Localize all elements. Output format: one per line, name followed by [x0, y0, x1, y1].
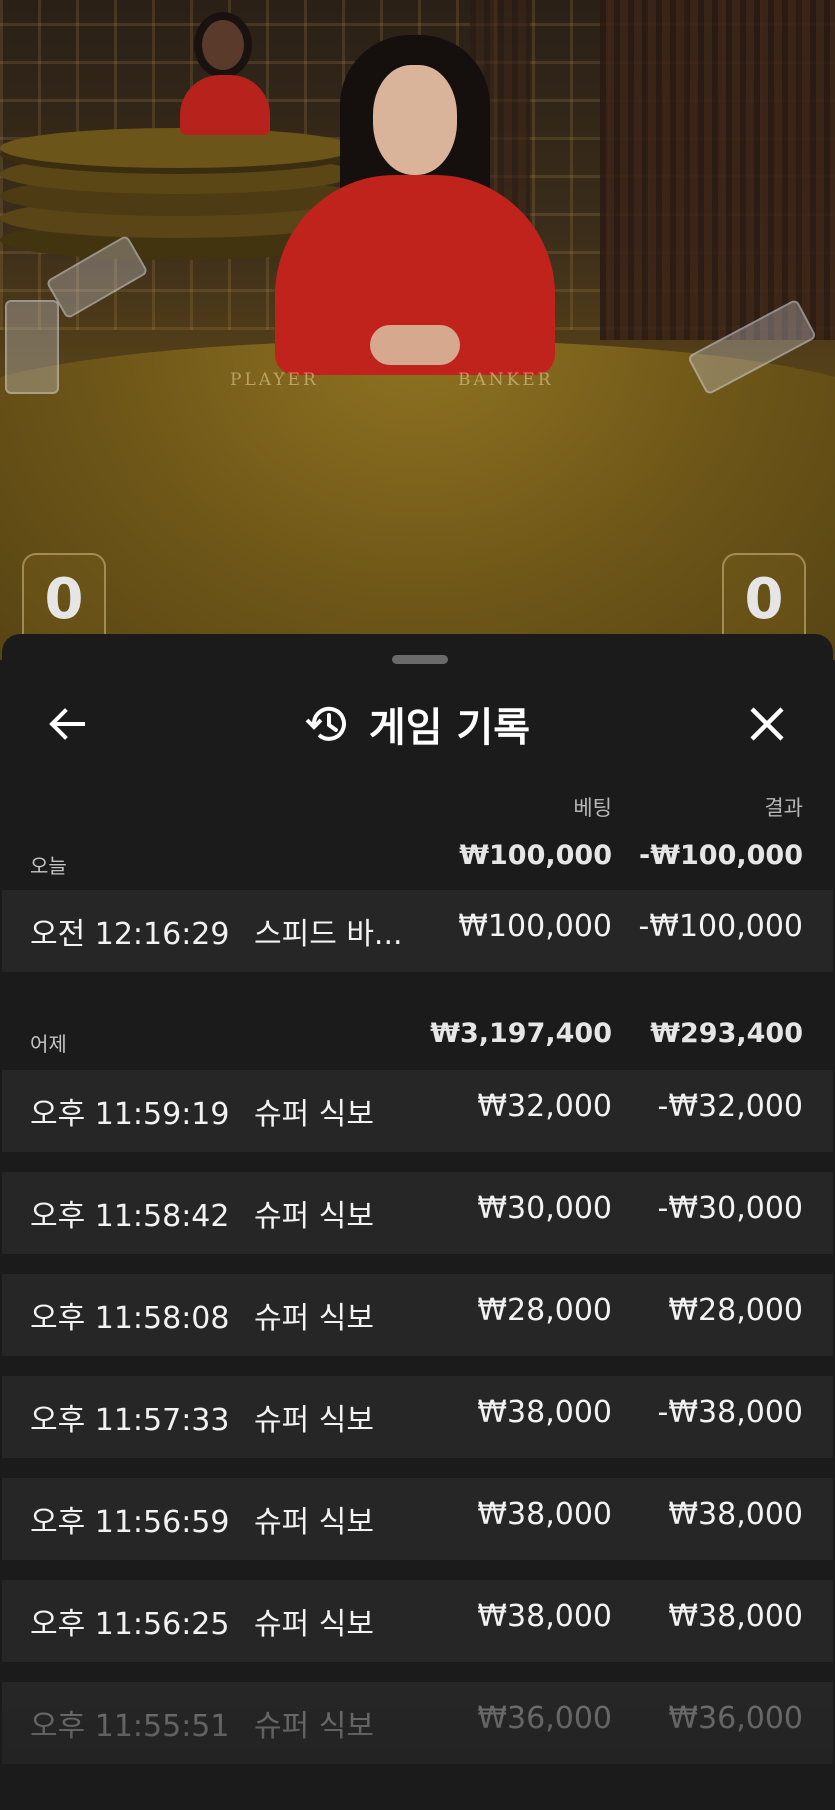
- row-time: 오전 12:16:29: [30, 917, 230, 952]
- table-label-banker: BANKER: [458, 370, 554, 390]
- row-time: 오후 11:59:19: [30, 1097, 230, 1132]
- row-game: 슈퍼 식보: [254, 1607, 374, 1642]
- group-header-yesterday: 어제 ₩3,197,400 ₩293,400: [2, 1012, 833, 1066]
- row-result: ₩28,000: [668, 1293, 803, 1328]
- group-label: 어제: [30, 1032, 67, 1056]
- row-game: 슈퍼 식보: [254, 1097, 374, 1132]
- app-stage: PLAYER BANKER 0 0 게임 기록 베팅 결과 오늘 ₩100,00…: [0, 0, 835, 1810]
- sheet-header: 게임 기록: [2, 684, 833, 764]
- column-header-result: 결과: [764, 796, 803, 820]
- game-history-sheet: 게임 기록 베팅 결과 오늘 ₩100,000 -₩100,000 오전 12:…: [2, 634, 833, 1810]
- row-result: ₩38,000: [668, 1497, 803, 1532]
- row-result: ₩38,000: [668, 1599, 803, 1634]
- row-bet: ₩30,000: [477, 1191, 612, 1226]
- sheet-drag-handle[interactable]: [392, 655, 448, 664]
- history-row[interactable]: 오후 11:58:42 슈퍼 식보 ₩30,000 -₩30,000: [2, 1172, 833, 1254]
- dealer: [255, 35, 575, 375]
- history-icon: [305, 706, 346, 741]
- card-shoe-left: [5, 300, 59, 394]
- history-row[interactable]: 오후 11:56:25 슈퍼 식보 ₩38,000 ₩38,000: [2, 1580, 833, 1662]
- group-header-today: 오늘 ₩100,000 -₩100,000: [2, 834, 833, 888]
- background-curtain: [600, 0, 835, 340]
- close-button[interactable]: [739, 696, 795, 752]
- column-headers: 베팅 결과: [2, 792, 833, 822]
- row-bet: ₩32,000: [477, 1089, 612, 1124]
- row-time: 오후 11:58:42: [30, 1199, 230, 1234]
- live-dealer-video: PLAYER BANKER 0 0: [0, 0, 835, 660]
- history-row[interactable]: 오전 12:16:29 스피드 바... ₩100,000 -₩100,000: [2, 890, 833, 972]
- row-time: 오후 11:58:08: [30, 1301, 230, 1336]
- history-row[interactable]: 오후 11:58:08 슈퍼 식보 ₩28,000 ₩28,000: [2, 1274, 833, 1356]
- sheet-title-group: 게임 기록: [2, 684, 833, 764]
- row-result: -₩32,000: [657, 1089, 803, 1124]
- sheet-title: 게임 기록: [368, 705, 531, 751]
- row-bet: ₩38,000: [477, 1497, 612, 1532]
- row-game: 슈퍼 식보: [254, 1709, 374, 1744]
- row-result: -₩38,000: [657, 1395, 803, 1430]
- history-row[interactable]: 오후 11:55:51 슈퍼 식보 ₩36,000 ₩36,000: [2, 1682, 833, 1764]
- group-result-total: ₩293,400: [650, 1018, 803, 1049]
- row-game: 슈퍼 식보: [254, 1403, 374, 1438]
- row-result: ₩36,000: [668, 1701, 803, 1736]
- row-game: 스피드 바...: [254, 917, 403, 952]
- row-time: 오후 11:57:33: [30, 1403, 230, 1438]
- row-game: 슈퍼 식보: [254, 1301, 374, 1336]
- row-bet: ₩36,000: [477, 1701, 612, 1736]
- group-bet-total: ₩100,000: [459, 840, 612, 871]
- history-row[interactable]: 오후 11:56:59 슈퍼 식보 ₩38,000 ₩38,000: [2, 1478, 833, 1560]
- row-result: -₩30,000: [657, 1191, 803, 1226]
- history-row[interactable]: 오후 11:57:33 슈퍼 식보 ₩38,000 -₩38,000: [2, 1376, 833, 1458]
- group-bet-total: ₩3,197,400: [430, 1018, 612, 1049]
- row-time: 오후 11:56:25: [30, 1607, 230, 1642]
- group-label: 오늘: [30, 854, 67, 878]
- row-bet: ₩38,000: [477, 1395, 612, 1430]
- column-header-bet: 베팅: [573, 796, 612, 820]
- row-time: 오후 11:56:59: [30, 1505, 230, 1540]
- row-game: 슈퍼 식보: [254, 1199, 374, 1234]
- close-icon: [750, 707, 784, 741]
- history-row[interactable]: 오후 11:59:19 슈퍼 식보 ₩32,000 -₩32,000: [2, 1070, 833, 1152]
- row-bet: ₩28,000: [477, 1293, 612, 1328]
- row-bet: ₩38,000: [477, 1599, 612, 1634]
- row-time: 오후 11:55:51: [30, 1709, 230, 1744]
- row-result: -₩100,000: [638, 909, 803, 944]
- row-bet: ₩100,000: [458, 909, 612, 944]
- table-label-player: PLAYER: [230, 370, 319, 390]
- row-game: 슈퍼 식보: [254, 1505, 374, 1540]
- group-result-total: -₩100,000: [639, 840, 803, 871]
